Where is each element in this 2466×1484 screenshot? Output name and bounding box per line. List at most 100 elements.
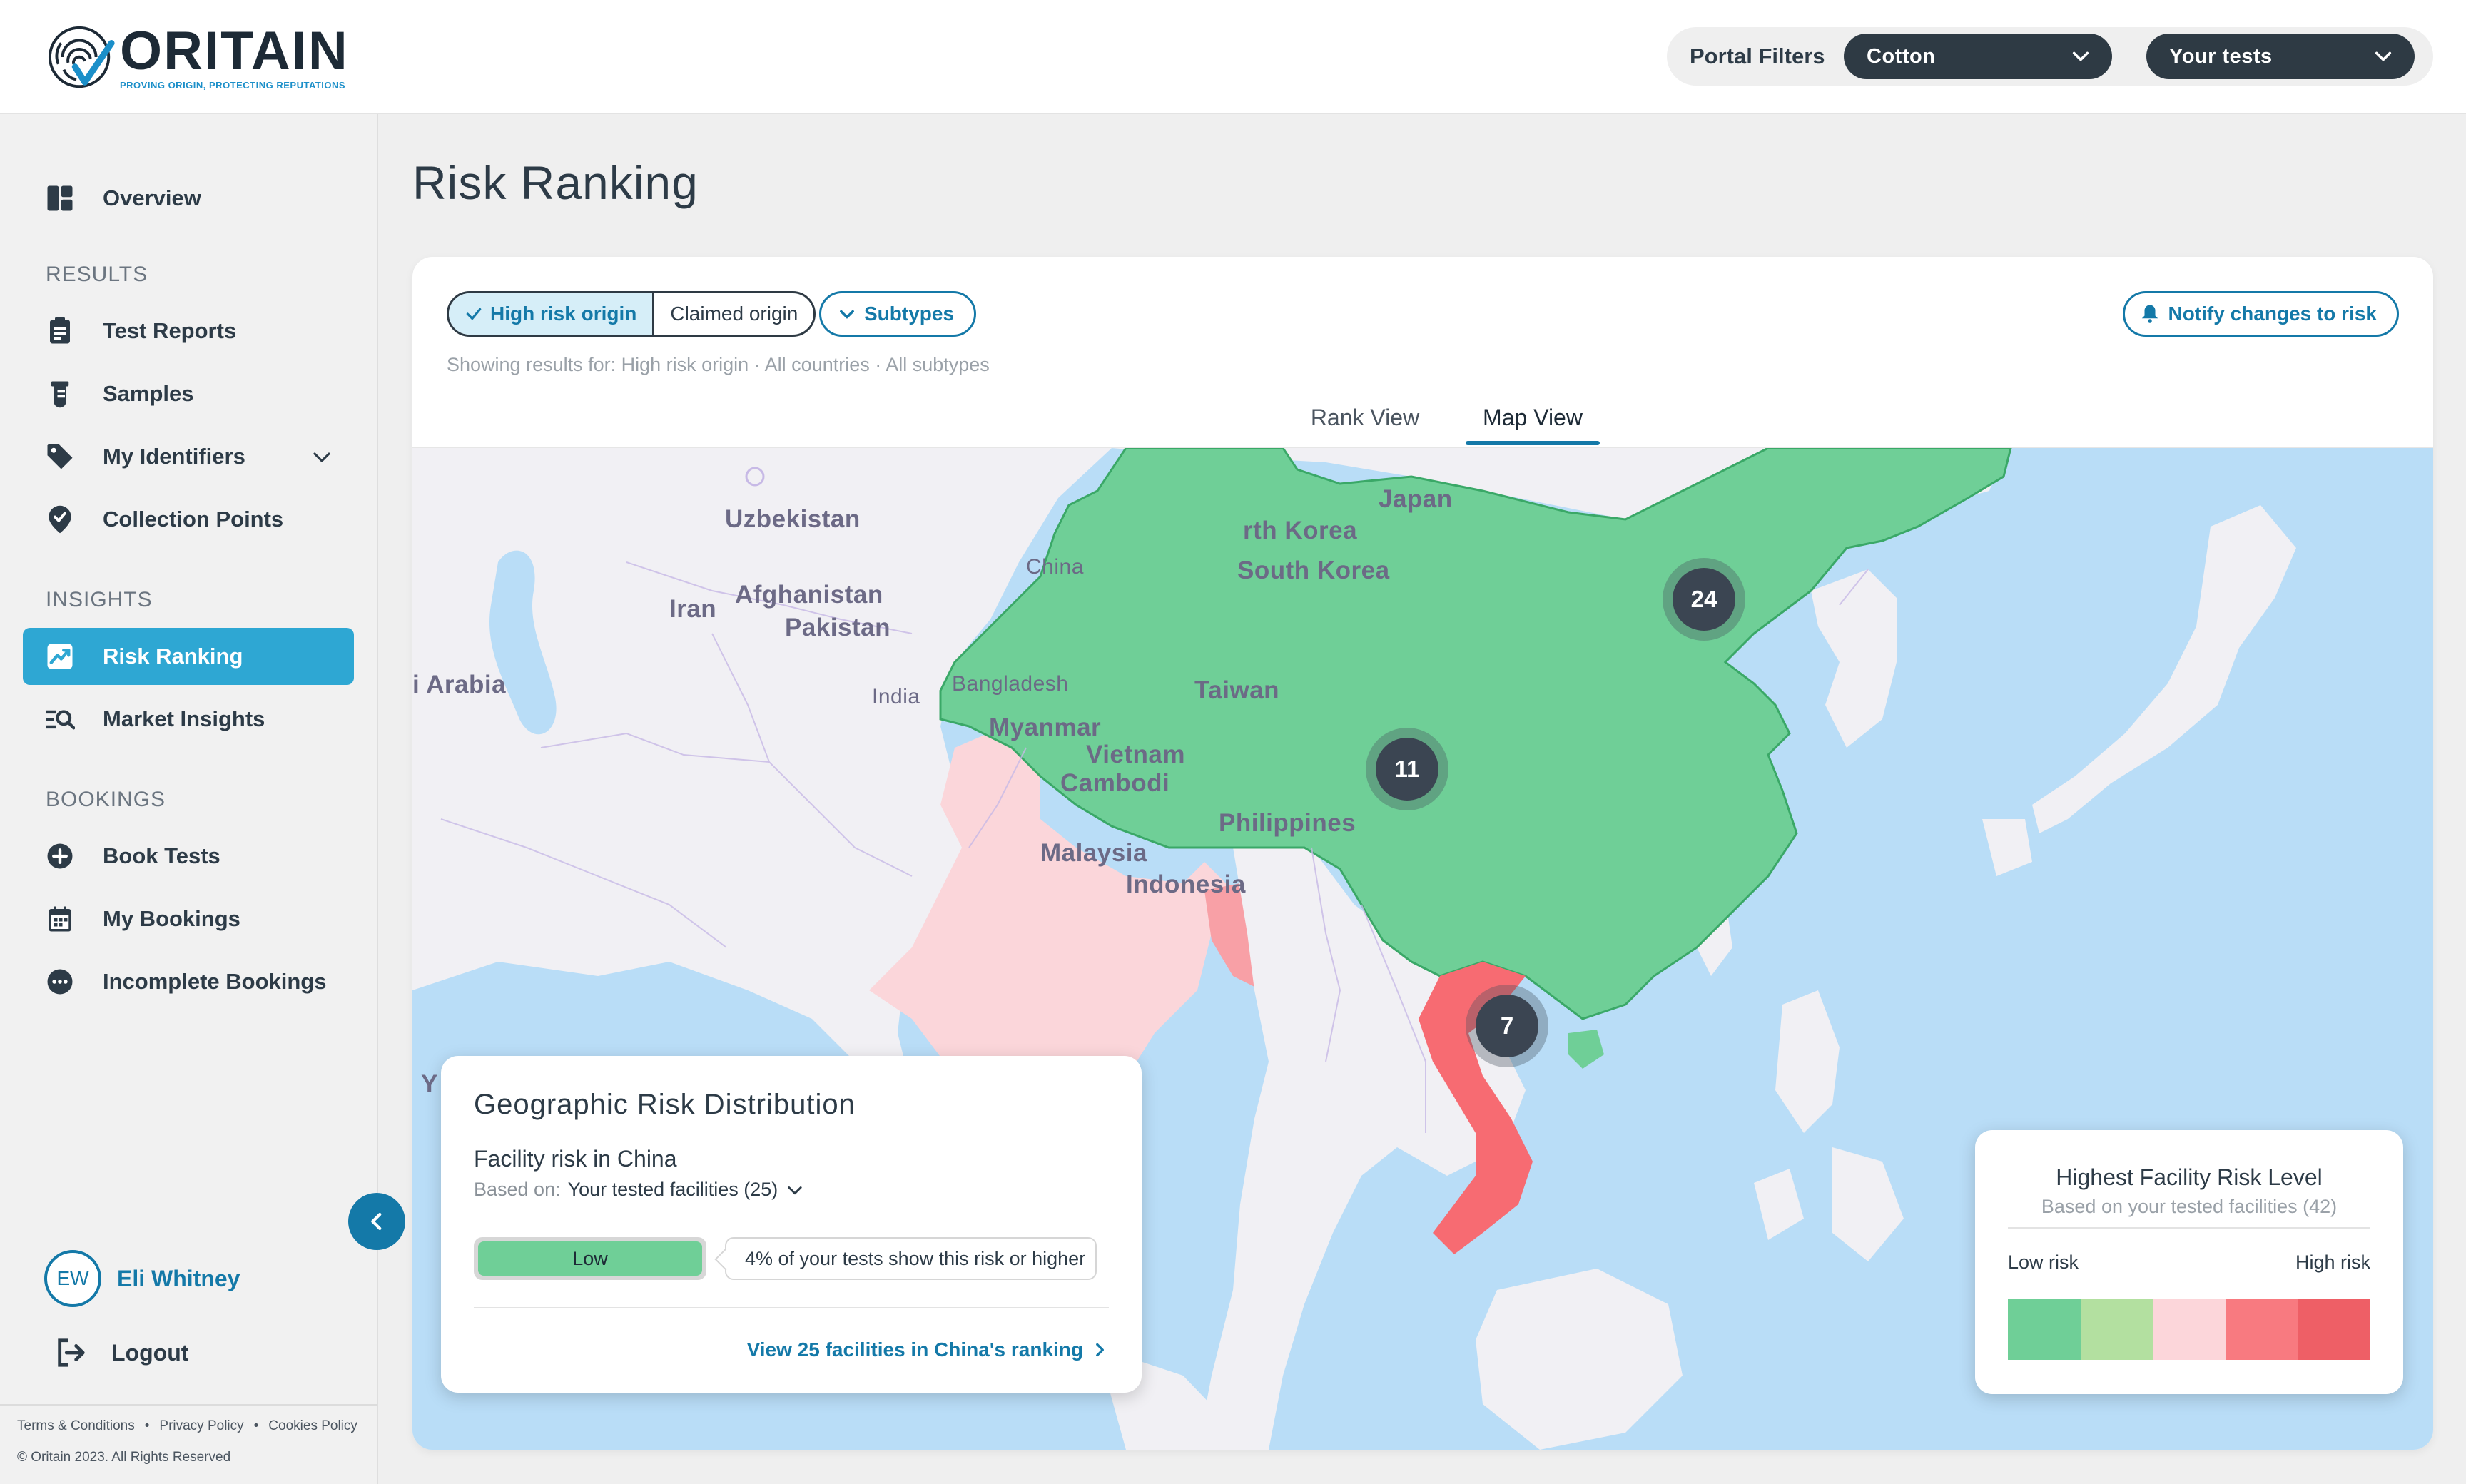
section-label-results: RESULTS [46,263,148,286]
map-label-north-korea: rth Korea [1243,517,1358,544]
map-label-indonesia: Indonesia [1126,870,1246,898]
logout-button[interactable]: Logout [54,1333,188,1373]
japan-south [1982,819,2032,876]
legend-subtitle: Based on your tested facilities (42) [2041,1196,2338,1217]
avatar: EW [44,1250,101,1307]
risk-map[interactable]: Uzbekistan Afghanistan Iran Pakistan i A… [412,448,2433,1450]
view-facilities-link[interactable]: View 25 facilities in China's ranking [747,1338,1109,1361]
sidebar: Overview RESULTS Test Reports Samples My… [0,114,378,1484]
map-label-pakistan: Pakistan [785,614,890,641]
sidebar-item-label: Market Insights [103,706,265,731]
sidebar-item-label: Incomplete Bookings [103,969,327,994]
geo-panel-divider [474,1307,1109,1308]
showing-results-text: Showing results for: High risk origin · … [447,354,990,375]
sidebar-item-market-insights[interactable]: Market Insights [23,691,354,748]
chevron-down-icon [788,1186,802,1194]
chevron-right-icon [1096,1343,1104,1357]
legal-separator: • [253,1418,259,1433]
chevron-down-icon [2375,51,2392,61]
cluster-count: 24 [1673,568,1735,631]
privacy-link[interactable]: Privacy Policy [159,1418,243,1434]
claimed-origin-toggle[interactable]: Claimed origin [654,293,813,335]
plus-circle-icon [43,839,77,873]
notify-changes-button[interactable]: Notify changes to risk [2123,291,2399,337]
based-on-selector[interactable]: Based on: Your tested facilities (25) [474,1179,805,1201]
tests-select[interactable]: Your tests [2146,34,2415,79]
subtypes-button[interactable]: Subtypes [819,291,977,337]
sidebar-item-incomplete-bookings[interactable]: Incomplete Bookings [23,953,354,1010]
sidebar-item-label: Overview [103,186,201,210]
bell-icon [2142,305,2158,323]
map-label-malaysia: Malaysia [1040,839,1147,867]
map-cluster-marker[interactable]: 24 [1663,558,1745,641]
more-circle-icon [43,965,77,999]
cookies-link[interactable]: Cookies Policy [268,1418,357,1434]
map-label-iran: Iran [669,595,717,623]
geo-panel-subtitle: Facility risk in China [474,1146,677,1172]
sidebar-item-label: Samples [103,381,194,406]
high-risk-origin-toggle[interactable]: High risk origin [449,293,655,335]
sidebar-item-label: Collection Points [103,507,284,532]
map-label-vietnam: Vietnam [1086,741,1186,768]
legend-swatch-3 [2153,1298,2226,1360]
map-label-arabia: i Arabia [412,671,507,698]
calendar-icon [43,902,77,936]
legend-swatch-5 [2298,1298,2370,1360]
tab-rank-view[interactable]: Rank View [1290,390,1440,445]
sidebar-item-label: My Identifiers [103,444,245,469]
portal-filters: Portal Filters Cotton Your tests [1667,27,2433,86]
legal-separator: • [144,1418,150,1433]
sidebar-item-label: Risk Ranking [103,644,243,669]
sidebar-item-label: Test Reports [103,318,237,343]
geo-panel-title: Geographic Risk Distribution [474,1089,856,1120]
sidebar-item-my-identifiers[interactable]: My Identifiers [23,428,354,485]
search-list-icon [43,702,77,736]
sidebar-item-samples[interactable]: Samples [23,365,354,422]
chevron-left-icon [371,1212,382,1231]
user-profile[interactable]: EW Eli Whitney [44,1250,240,1307]
map-label-uzbekistan: Uzbekistan [725,505,861,533]
chevron-down-icon[interactable] [311,447,333,468]
map-cluster-marker[interactable]: 11 [1366,728,1448,810]
collapse-sidebar-button[interactable] [348,1193,405,1250]
tests-select-value: Your tests [2169,44,2273,68]
legend-high-label: High risk [2295,1251,2370,1273]
sidebar-item-test-reports[interactable]: Test Reports [23,303,354,360]
chevron-down-icon [2072,51,2089,61]
map-cluster-marker[interactable]: 7 [1466,985,1548,1067]
sidebar-item-book-tests[interactable]: Book Tests [23,828,354,885]
logout-icon [58,1338,85,1367]
sidebar-item-overview[interactable]: Overview [23,170,354,227]
borneo [1476,1269,1683,1450]
check-icon [466,308,482,320]
sidebar-item-risk-ranking[interactable]: Risk Ranking [23,628,354,685]
copyright: © Oritain 2023. All Rights Reserved [17,1450,231,1465]
test-tube-icon [43,377,77,411]
origin-toggle: High risk origin Claimed origin [447,291,816,337]
fingerprint-logo-icon [48,26,115,88]
based-on-label: Based on: [474,1179,561,1200]
legend-low-label: Low risk [2008,1251,2079,1273]
sidebar-item-collection-points[interactable]: Collection Points [23,491,354,548]
map-label-south-korea: South Korea [1237,556,1390,584]
risk-note: 4% of your tests show this risk or highe… [725,1237,1097,1280]
tab-map-view[interactable]: Map View [1446,390,1620,445]
map-label-bangladesh: Bangladesh [952,672,1069,696]
map-label-taiwan: Taiwan [1194,676,1280,704]
map-label-japan: Japan [1379,485,1453,513]
product-select[interactable]: Cotton [1844,34,2112,79]
section-label-bookings: BOOKINGS [46,788,166,811]
philippines-2 [1832,1147,1904,1261]
brand-tagline: PROVING ORIGIN, PROTECTING REPUTATIONS [120,79,346,91]
map-label-china: China [1026,555,1084,579]
cluster-count: 7 [1476,995,1538,1057]
sidebar-item-my-bookings[interactable]: My Bookings [23,890,354,947]
brand-name: ORITAIN [120,20,349,81]
legend-swatch-4 [2225,1298,2298,1360]
japan-islands [2032,505,2296,833]
oritain-logo[interactable]: ORITAIN PROVING ORIGIN, PROTECTING REPUT… [47,21,349,93]
terms-link[interactable]: Terms & Conditions [17,1418,135,1434]
map-label-philippines: Philippines [1219,809,1356,837]
map-label-yemen-fragment: Y [421,1070,438,1098]
clipboard-icon [43,314,77,348]
